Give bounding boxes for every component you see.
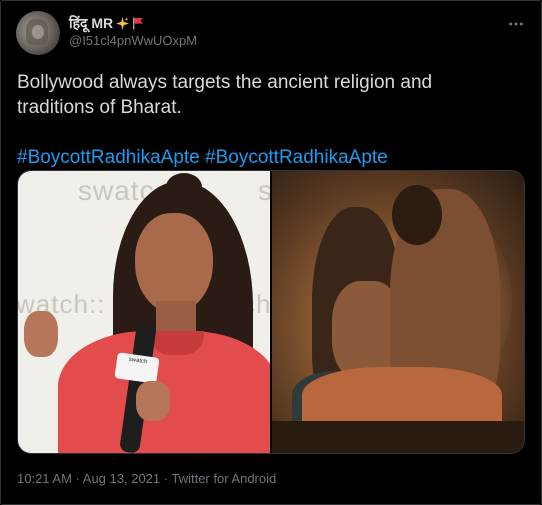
tweet-text: Bollywood always targets the ancient rel… (17, 70, 525, 170)
brand-text: s (258, 175, 270, 207)
tweet-text-line-1: Bollywood always targets the ancient rel… (17, 72, 433, 93)
author-handle[interactable]: @I51cl4pnWwUOxpM (69, 33, 197, 48)
hashtag-link[interactable]: #BoycottRadhikaApte (17, 147, 200, 168)
hashtag-link[interactable]: #BoycottRadhikaApte (205, 147, 388, 168)
tweet-date[interactable]: Aug 13, 2021 (83, 471, 160, 486)
sparkle-icon (116, 16, 130, 30)
meta-separator: · (71, 471, 83, 486)
tweet-metadata: 10:21 AM · Aug 13, 2021 · Twitter for An… (17, 471, 276, 486)
author-display-name[interactable]: हिंदू MR (69, 14, 113, 33)
avatar[interactable] (16, 11, 60, 55)
hashtag-line: #BoycottRadhikaApte #BoycottRadhikaApte (17, 145, 525, 170)
tweet-source[interactable]: Twitter for Android (171, 471, 276, 486)
red-flag-icon (132, 17, 144, 30)
tweet-time[interactable]: 10:21 AM (17, 471, 72, 486)
meta-separator: · (160, 471, 172, 486)
tweet-text-line-2: traditions of Bharat. (17, 97, 182, 118)
more-options-icon[interactable] (506, 14, 526, 34)
photo-film-still[interactable] (272, 171, 524, 453)
tweet-media[interactable]: swatc s watch:: ch sv swatch (17, 170, 525, 454)
author-name-row[interactable]: हिंदू MR (69, 14, 144, 32)
photo-speaker[interactable]: swatc s watch:: ch sv swatch (18, 171, 270, 453)
